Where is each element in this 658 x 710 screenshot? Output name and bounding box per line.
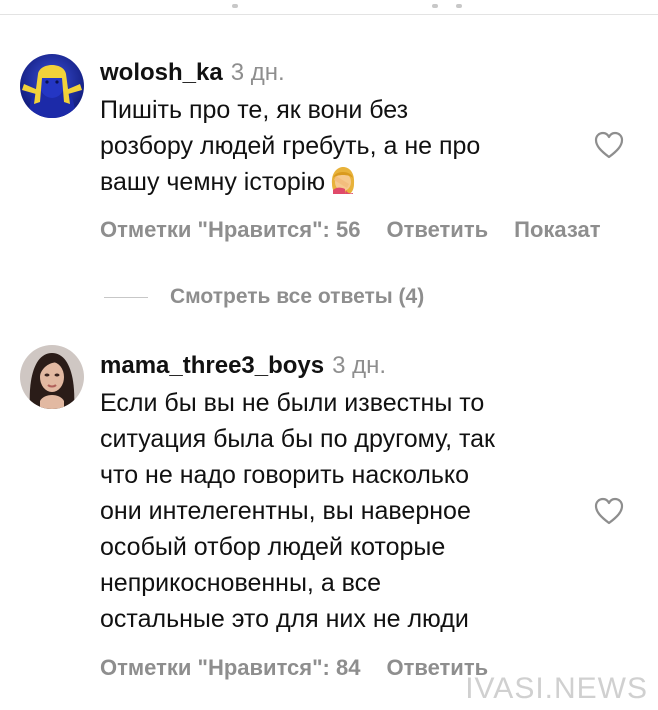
comment-text-line: остальные это для них не люди <box>100 605 469 633</box>
watermark: IVASI.NEWS <box>465 672 648 705</box>
avatar[interactable] <box>20 54 84 118</box>
comment-text-line: Если бы вы не были известны то <box>100 389 485 417</box>
comment-text-line: Пишіть про те, як вони без <box>100 96 409 124</box>
comment-actions: Отметки "Нравится": 84 Ответить <box>100 655 514 681</box>
cutoff-mark <box>456 4 462 8</box>
heart-outline-icon[interactable] <box>593 130 625 160</box>
comment-text-line: неприкосновенны, а все <box>100 569 382 597</box>
replies-divider <box>104 296 148 298</box>
username[interactable]: mama_three3_boys <box>100 352 324 379</box>
comment-text-line: розбору людей гребуть, а не про <box>100 132 481 160</box>
likes-count-button[interactable]: Отметки "Нравится": 84 <box>100 655 360 680</box>
heart-outline-icon[interactable] <box>593 496 625 526</box>
cutoff-mark <box>432 4 438 8</box>
avatar[interactable] <box>20 345 84 409</box>
comment-text-line: вашу чемну історію <box>100 168 326 196</box>
likes-count-button[interactable]: Отметки "Нравится": 56 <box>100 217 360 242</box>
view-replies-label[interactable]: Смотреть все ответы (4) <box>170 285 424 309</box>
avatar-image <box>20 345 84 409</box>
comment-header: wolosh_ka 3 дн. <box>100 58 570 88</box>
comment-text-line: ситуация была бы по другому, так <box>100 425 495 453</box>
timestamp[interactable]: 3 дн. <box>231 59 285 86</box>
view-replies-link[interactable]: Смотреть все ответы (4) <box>104 284 424 310</box>
previous-comment-edge <box>0 0 658 15</box>
reply-button[interactable]: Ответить <box>386 217 488 242</box>
comment-text-line: они интелегентны, вы наверное <box>100 497 471 525</box>
cutoff-mark <box>232 4 238 8</box>
comment-text-line: что не надо говорить насколько <box>100 461 470 489</box>
comment-text: Пишіть про те, як вони без розбору людей… <box>100 92 570 206</box>
comment-actions: Отметки "Нравится": 56 Ответить Показат <box>100 217 627 243</box>
timestamp[interactable]: 3 дн. <box>332 352 386 379</box>
username[interactable]: wolosh_ka <box>100 59 223 86</box>
comment-text-line: особый отбор людей которые <box>100 533 446 561</box>
comment-header: mama_three3_boys 3 дн. <box>100 351 570 381</box>
comment-text: Если бы вы не были известны то ситуация … <box>100 385 570 637</box>
facepalm-emoji-icon <box>327 164 359 206</box>
avatar-image <box>20 54 84 118</box>
show-translation-button[interactable]: Показат <box>514 217 600 242</box>
